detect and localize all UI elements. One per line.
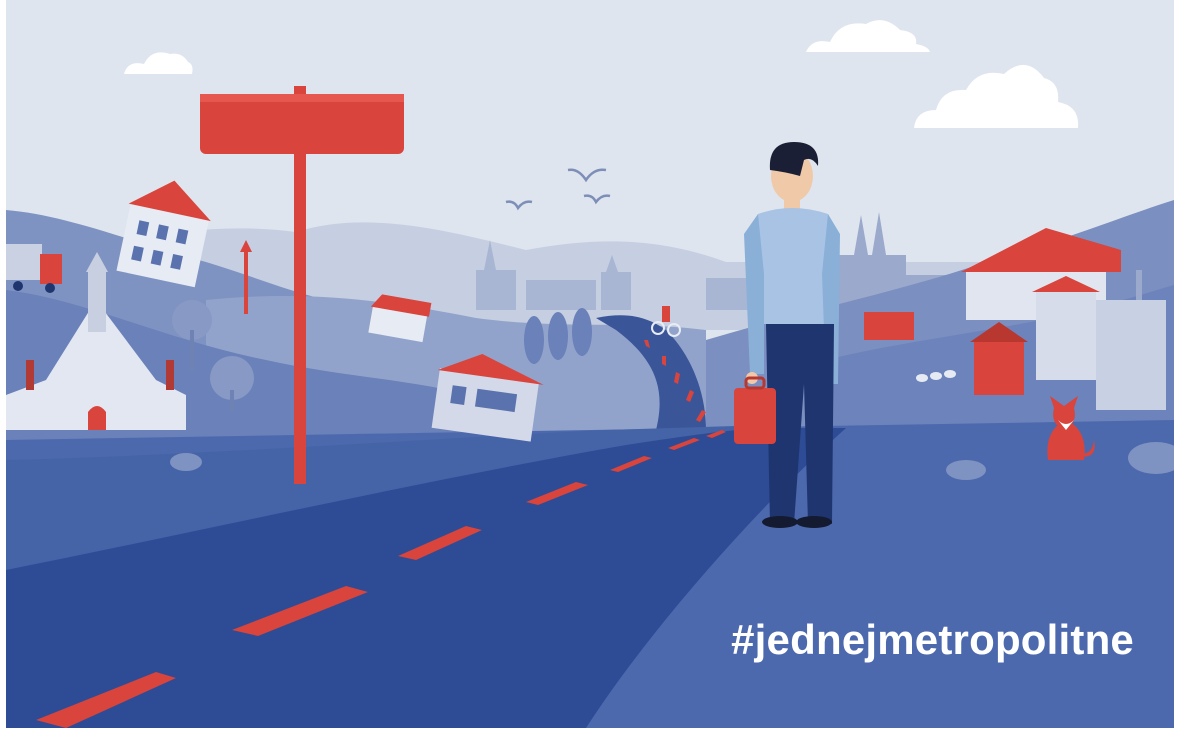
vineyard-icon (524, 308, 592, 364)
poster-illustration: #jednejmetropolitne (6, 0, 1174, 728)
hashtag-text: #jednejmetropolitne (731, 616, 1134, 663)
